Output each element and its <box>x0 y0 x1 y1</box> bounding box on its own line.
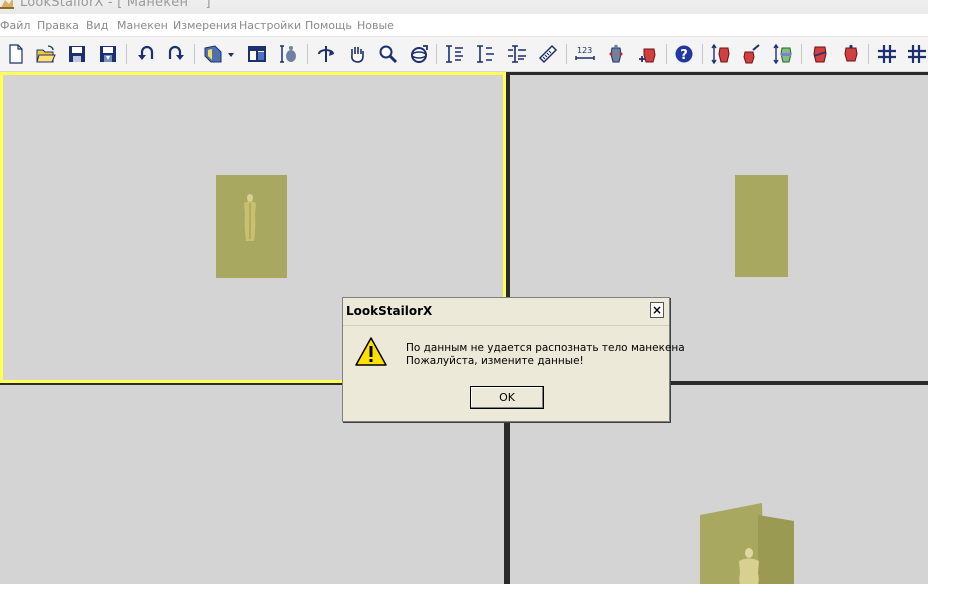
toolbar-separator <box>868 44 869 64</box>
close-button[interactable]: × <box>650 302 664 318</box>
mannequin-back-icon[interactable] <box>839 42 863 66</box>
menu-help[interactable]: Помощь <box>305 19 352 32</box>
new-file-icon[interactable] <box>4 42 28 66</box>
mannequin-height-icon[interactable] <box>709 42 733 66</box>
ok-button[interactable]: OK <box>470 386 544 409</box>
help-icon[interactable]: ? <box>672 42 696 66</box>
pan-hand-icon[interactable] <box>345 42 369 66</box>
save-as-icon[interactable] <box>96 42 120 66</box>
toolbar: 123 ? <box>0 37 928 72</box>
dialog-message: По данным не удается распознать тело ман… <box>406 342 685 368</box>
fabric-sheet <box>735 175 788 277</box>
mannequin-add-icon[interactable] <box>636 42 660 66</box>
mannequin-scale-icon[interactable] <box>771 42 795 66</box>
redo-icon[interactable] <box>164 42 188 66</box>
menu-mannequin[interactable]: Манекен <box>117 19 168 32</box>
app-logo-icon <box>0 0 14 9</box>
ruler-icon[interactable] <box>536 42 560 66</box>
svg-text:123: 123 <box>577 46 592 55</box>
menu-edit[interactable]: Правка <box>37 19 79 32</box>
toolbar-separator <box>307 44 308 64</box>
layout-icon[interactable] <box>245 42 269 66</box>
menu-measurements[interactable]: Измерения <box>173 19 237 32</box>
mannequin-figure <box>244 194 256 241</box>
undo-icon[interactable] <box>134 42 158 66</box>
mannequin-points-icon[interactable] <box>604 42 628 66</box>
menu-file[interactable]: Файл <box>0 19 30 32</box>
svg-text:?: ? <box>680 48 688 63</box>
mannequin-figure <box>739 548 759 584</box>
dialog-message-line2: Пожалуйста, измените данные! <box>406 355 584 367</box>
orbit-icon[interactable] <box>407 42 431 66</box>
measure-multi-icon[interactable] <box>505 42 529 66</box>
menu-bar: Файл Правка Вид Манекен Измерения Настро… <box>0 16 928 37</box>
toolbar-separator <box>566 44 567 64</box>
rotate-icon[interactable] <box>314 42 338 66</box>
toolbar-separator <box>702 44 703 64</box>
numbering-icon[interactable]: 123 <box>573 42 597 66</box>
dropdown-arrow-icon[interactable] <box>225 42 237 66</box>
fit-model-icon[interactable] <box>277 42 301 66</box>
dialog-title-bar: LookStailorX × <box>343 298 669 326</box>
warning-icon <box>355 337 387 366</box>
measure-side-icon[interactable] <box>474 42 498 66</box>
save-icon[interactable] <box>65 42 89 66</box>
grid-icon[interactable] <box>875 42 899 66</box>
toolbar-separator <box>801 44 802 64</box>
mannequin-front-icon[interactable] <box>808 42 832 66</box>
toolbar-separator <box>436 44 437 64</box>
view-mode-icon[interactable] <box>201 42 225 66</box>
mannequin-edit-icon[interactable] <box>739 42 763 66</box>
menu-settings[interactable]: Настройки <box>239 19 301 32</box>
dialog-message-line1: По данным не удается распознать тело ман… <box>406 342 685 354</box>
toolbar-separator <box>666 44 667 64</box>
menu-view[interactable]: Вид <box>86 19 108 32</box>
grid-fine-icon[interactable] <box>905 42 928 66</box>
zoom-icon[interactable] <box>376 42 400 66</box>
open-folder-icon[interactable] <box>34 42 58 66</box>
measure-height-icon[interactable] <box>443 42 467 66</box>
toolbar-separator <box>126 44 127 64</box>
title-bar: LookStailorX - [ Манекен ] <box>0 0 928 14</box>
dialog-title: LookStailorX <box>346 304 433 318</box>
menu-new[interactable]: Новые <box>357 19 394 32</box>
warning-dialog: LookStailorX × По данным не удается расп… <box>342 297 685 422</box>
window-title: LookStailorX - [ Манекен ] <box>20 0 211 10</box>
application-window: LookStailorX - [ Манекен ] Файл Правка В… <box>0 0 928 584</box>
toolbar-separator <box>194 44 195 64</box>
